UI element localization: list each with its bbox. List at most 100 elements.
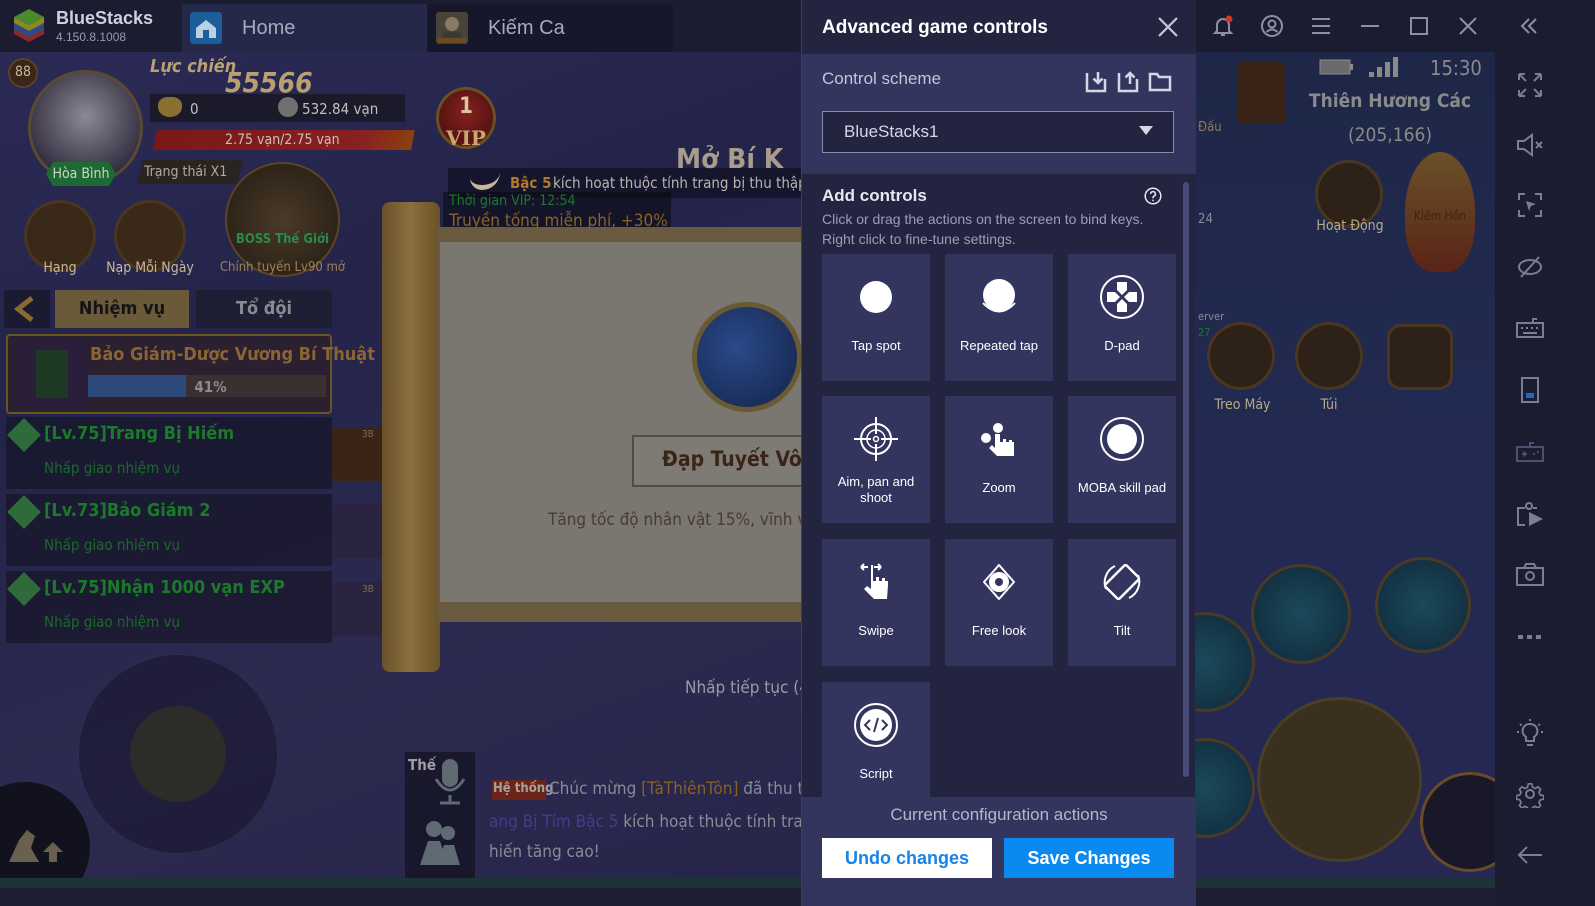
quest-action[interactable]: Nhấp giao nhiệm vụ xyxy=(44,613,180,631)
location-coords: (205,166) xyxy=(1347,124,1432,146)
controls-scrollbar[interactable] xyxy=(1183,182,1189,777)
notification-button[interactable] xyxy=(1198,0,1247,52)
mount-button[interactable] xyxy=(0,782,90,888)
control-tap-spot[interactable]: Tap spot xyxy=(822,254,930,381)
game-thumbnail-icon xyxy=(436,12,468,44)
skill-3-button[interactable] xyxy=(1195,612,1255,712)
quest-action[interactable]: Nhấp giao nhiệm vụ xyxy=(44,459,180,477)
portrait-mode-button[interactable] xyxy=(1515,375,1545,405)
tab-home[interactable]: Home xyxy=(182,4,427,52)
control-repeated-tap[interactable]: Repeated tap xyxy=(945,254,1053,381)
control-label: Zoom xyxy=(982,480,1016,495)
collapse-sidebar-icon xyxy=(1520,18,1537,34)
vip-label: VIP xyxy=(446,126,486,150)
menu-button[interactable] xyxy=(1296,0,1345,52)
quest-collapse-button[interactable] xyxy=(4,290,50,328)
crosshair-icon xyxy=(854,417,898,461)
skill-1-button[interactable] xyxy=(1251,564,1351,664)
import-scheme-button[interactable] xyxy=(1084,69,1108,93)
tab-kiem-ca[interactable]: Kiếm Ca xyxy=(428,4,673,52)
current-config-actions-label[interactable]: Current configuration actions xyxy=(802,805,1196,825)
chat-player-name[interactable]: [TàThiênTôn] xyxy=(641,779,738,799)
joystick-knob[interactable] xyxy=(130,706,226,802)
event-icon-button[interactable] xyxy=(1237,62,1285,124)
reward-item-sword[interactable] xyxy=(332,427,382,481)
chat-line-3: hiến tăng cao! xyxy=(489,842,600,862)
maximize-button[interactable] xyxy=(1394,0,1443,52)
help-icon[interactable] xyxy=(1144,187,1162,205)
more-button[interactable] xyxy=(1515,622,1545,652)
horse-mount-icon xyxy=(9,830,63,862)
control-tilt[interactable]: Tilt xyxy=(1068,539,1176,666)
undo-changes-button[interactable]: Undo changes xyxy=(822,838,992,878)
screenshot-button[interactable] xyxy=(1515,560,1545,590)
edge-label: erver xyxy=(1198,310,1225,323)
scroll-roller xyxy=(382,202,440,672)
control-dpad[interactable]: D-pad xyxy=(1068,254,1176,381)
save-changes-button[interactable]: Save Changes xyxy=(1004,838,1174,878)
hp-text: 2.75 vạn/2.75 vạn xyxy=(225,132,340,148)
advanced-game-controls-panel: Advanced game controls Control scheme Bl… xyxy=(801,0,1196,906)
panel-close-icon[interactable] xyxy=(1157,16,1179,38)
quest-row[interactable]: [Lv.75]Trang Bị Hiếm Nhấp giao nhiệm vụ xyxy=(6,417,332,489)
mute-button[interactable] xyxy=(1515,130,1545,160)
control-zoom[interactable]: Zoom xyxy=(945,396,1053,523)
scroll-paper[interactable] xyxy=(440,242,810,602)
special-skill-button[interactable] xyxy=(1420,772,1495,872)
macro-recorder-button[interactable] xyxy=(1515,499,1545,529)
skill-2-button[interactable] xyxy=(1375,557,1471,653)
back-button[interactable] xyxy=(1515,840,1545,870)
gamepad-button[interactable] xyxy=(1515,437,1545,467)
chat-item-name[interactable]: ang Bị Tím Bậc 5 xyxy=(489,812,618,832)
control-script[interactable]: Script xyxy=(822,682,930,797)
control-label: Tilt xyxy=(1113,623,1131,638)
auto-play-button[interactable] xyxy=(1207,322,1275,390)
peace-mode-label: Hòa Bình xyxy=(52,166,110,182)
close-window-button[interactable] xyxy=(1443,0,1492,52)
control-label: Swipe xyxy=(858,623,894,638)
quest-row[interactable]: [Lv.75]Nhận 1000 vạn EXP Nhấp giao nhiệm … xyxy=(6,571,332,643)
import-icon xyxy=(1085,72,1107,93)
settings-button[interactable] xyxy=(1515,779,1545,809)
control-aim-pan-shoot[interactable]: Aim, pan and shoot xyxy=(822,396,930,523)
state-label: Trạng thái X1 xyxy=(144,164,228,180)
light-button[interactable] xyxy=(1515,718,1545,748)
continue-prompt[interactable]: Nhấp tiếp tục (4 xyxy=(685,678,809,698)
attack-button[interactable] xyxy=(1257,697,1422,862)
control-scheme-select[interactable]: BlueStacks1 xyxy=(822,111,1174,153)
bag-button[interactable] xyxy=(1295,322,1363,390)
skill-4-button[interactable] xyxy=(1195,738,1255,838)
notification-bell-icon xyxy=(1212,15,1233,36)
reward-item-scroll[interactable] xyxy=(332,582,382,636)
quest-action[interactable]: Nhấp giao nhiệm vụ xyxy=(44,536,180,554)
collapse-sidebar-button[interactable] xyxy=(1504,0,1553,52)
panel-header: Advanced game controls xyxy=(802,0,1196,54)
keyboard-controls-button[interactable] xyxy=(1515,314,1545,344)
eco-mode-button[interactable] xyxy=(1515,252,1545,282)
control-free-look[interactable]: Free look xyxy=(945,539,1053,666)
control-moba-skill-pad[interactable]: MOBA skill pad xyxy=(1068,396,1176,523)
dropdown-arrow-icon xyxy=(1139,126,1153,135)
minimize-button[interactable] xyxy=(1345,0,1394,52)
export-icon xyxy=(1117,71,1139,93)
lock-cursor-button[interactable] xyxy=(1515,190,1545,220)
account-button[interactable] xyxy=(1247,0,1296,52)
team-chat-icon[interactable] xyxy=(418,817,462,867)
back-icon xyxy=(1517,846,1542,864)
more-features-button[interactable] xyxy=(1387,324,1453,390)
fullscreen-button[interactable] xyxy=(1515,70,1545,100)
panel-title: Advanced game controls xyxy=(822,17,1048,38)
export-scheme-button[interactable] xyxy=(1116,69,1140,93)
reward-item-ingot[interactable] xyxy=(332,504,382,558)
world-boss-title: BOSS Thế Giới xyxy=(235,232,330,247)
open-scheme-folder-button[interactable] xyxy=(1148,69,1172,93)
control-label: Script xyxy=(859,766,893,781)
control-swipe[interactable]: Swipe xyxy=(822,539,930,666)
brand-name: BlueStacks xyxy=(56,8,154,28)
control-scheme-section: Control scheme BlueStacks1 xyxy=(802,54,1196,174)
main-quest-item-icon xyxy=(18,340,86,408)
more-icon xyxy=(1518,635,1541,639)
game-screen-right[interactable]: Đấu 24 erver 27 15:30 Thiên Hương Các (2… xyxy=(1195,52,1495,888)
quest-row[interactable]: [Lv.73]Bảo Giám 2 Nhấp giao nhiệm vụ xyxy=(6,494,332,566)
voice-chat-icon[interactable] xyxy=(430,757,470,807)
